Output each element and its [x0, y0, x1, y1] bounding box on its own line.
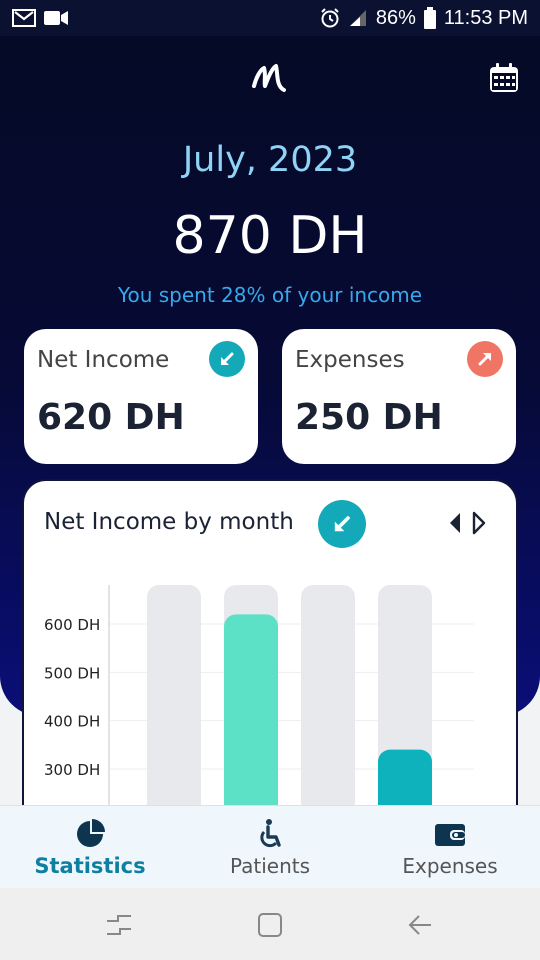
pie-chart-icon — [77, 819, 105, 847]
app-logo — [252, 64, 286, 92]
bar-track — [147, 585, 201, 821]
battery-icon — [423, 7, 436, 29]
prev-next-icon[interactable] — [448, 510, 488, 536]
month-label: July, 2023 — [182, 140, 358, 180]
signal-icon — [349, 10, 366, 26]
y-tick-label: 500 DH — [44, 664, 100, 682]
spent-summary: You spent 28% of your income — [117, 283, 423, 307]
recents-icon[interactable] — [104, 910, 134, 940]
balance-amount: 870 DH — [172, 206, 368, 266]
bar-track — [301, 585, 355, 821]
tab-expenses-label: Expenses — [402, 854, 498, 878]
arrow-down-left-icon — [318, 500, 366, 548]
expenses-title: Expenses — [295, 347, 405, 373]
net-income-amount: 620 DH — [37, 397, 185, 438]
battery-percent: 86% — [375, 6, 416, 29]
arrow-down-left-icon — [209, 341, 245, 377]
expenses-card[interactable]: Expenses 250 DH — [282, 329, 516, 464]
wheelchair-icon — [260, 819, 281, 848]
clock: 11:53 PM — [443, 6, 528, 29]
chart-title: Net Income by month — [44, 509, 294, 535]
y-tick-label: 300 DH — [44, 761, 100, 779]
tab-patients[interactable]: Patients — [180, 806, 360, 889]
net-income-title: Net Income — [37, 347, 170, 373]
calendar-icon[interactable] — [488, 62, 520, 94]
y-tick-label: 600 DH — [44, 616, 100, 634]
alarm-icon — [321, 8, 339, 28]
status-bar: 86% 11:53 PM — [0, 0, 540, 36]
home-icon[interactable] — [255, 910, 285, 940]
video-icon — [44, 11, 68, 25]
tab-statistics[interactable]: Statistics — [0, 806, 180, 889]
y-tick-label: 400 DH — [44, 713, 100, 731]
net-income-card[interactable]: Net Income 620 DH — [24, 329, 258, 464]
tab-patients-label: Patients — [229, 854, 311, 878]
tab-statistics-label: Statistics — [34, 854, 146, 878]
back-icon[interactable] — [405, 910, 435, 940]
tab-expenses[interactable]: Expenses — [360, 806, 540, 889]
bottom-tab-bar: Statistics Patients Expenses — [0, 805, 540, 888]
system-nav-bar — [0, 888, 540, 960]
bar — [224, 614, 278, 821]
arrow-up-right-icon — [467, 341, 503, 377]
expenses-amount: 250 DH — [295, 397, 443, 438]
gmail-icon — [12, 9, 36, 27]
net-income-chart-panel: 600 DH 500 DH 400 DH 300 DH Net Income by m… — [24, 481, 516, 821]
wallet-icon — [435, 824, 465, 846]
